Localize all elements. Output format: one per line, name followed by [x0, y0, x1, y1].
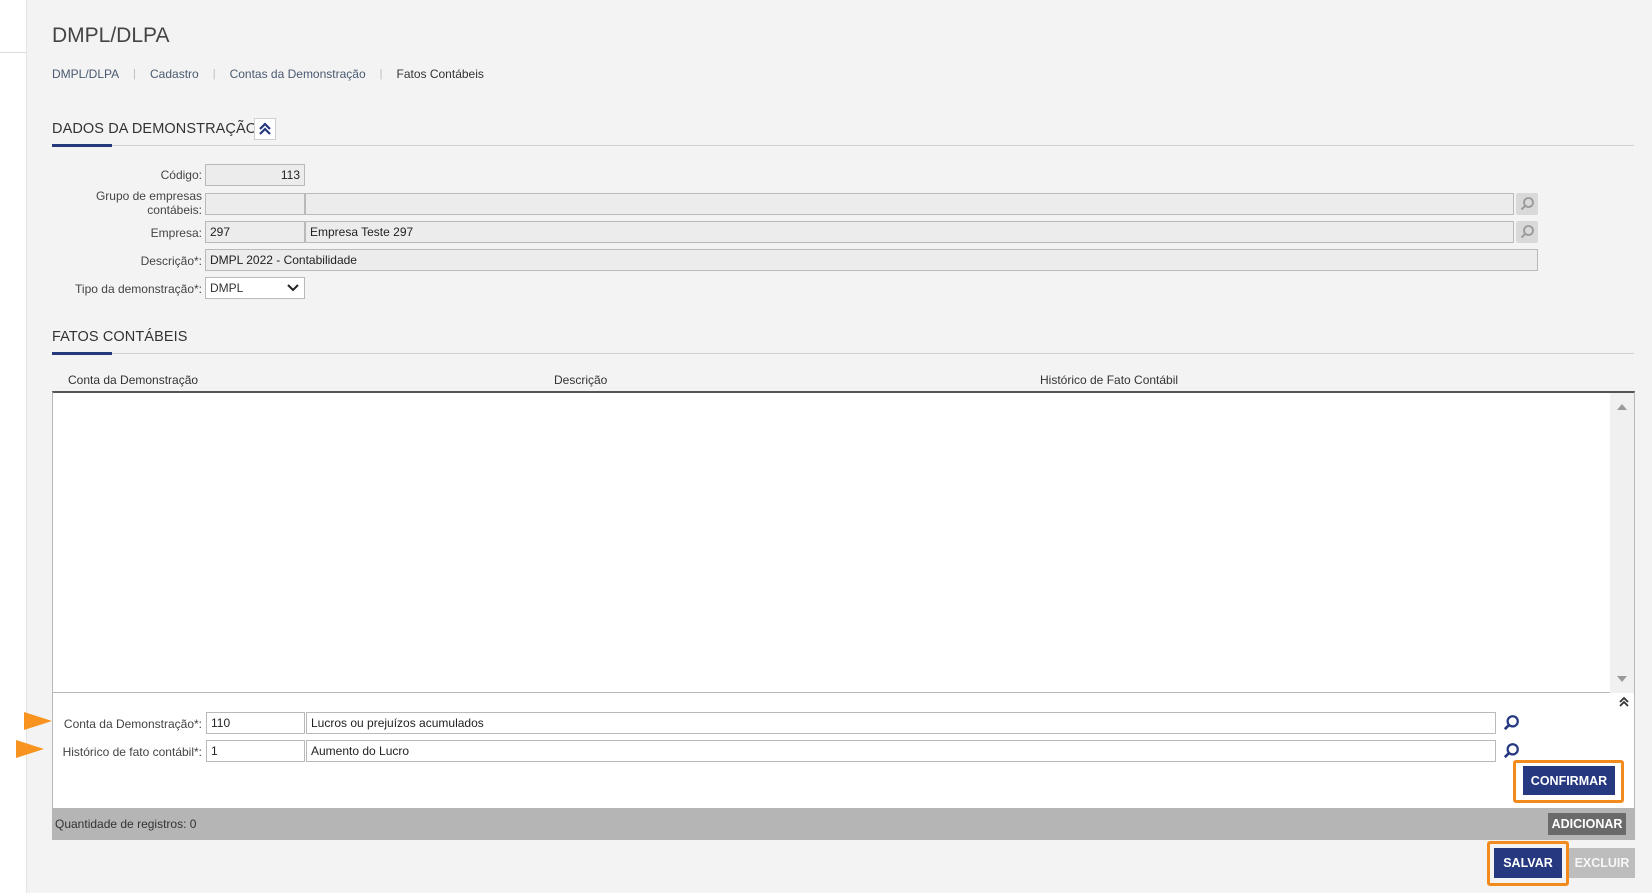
conta-search-button[interactable] [1500, 712, 1522, 734]
dados-section-accent [52, 144, 112, 147]
breadcrumb-item-cadastro[interactable]: Cadastro [150, 67, 199, 81]
grid-scrollbar[interactable] [1610, 393, 1634, 693]
conta-label: Conta da Demonstração*: [63, 717, 202, 731]
tipo-select[interactable]: DMPL [205, 277, 305, 299]
historico-code-input[interactable]: 1 [206, 740, 305, 762]
confirm-button[interactable]: CONFIRMAR [1523, 766, 1615, 795]
grupo-search-button [1516, 193, 1538, 215]
grupo-label: Grupo de empresas contábeis: [60, 189, 202, 217]
pointer-arrow-icon [24, 712, 52, 730]
empresa-search-button [1516, 221, 1538, 243]
save-button[interactable]: SALVAR [1494, 848, 1562, 878]
historico-search-button[interactable] [1500, 740, 1522, 762]
grupo-code-field [205, 193, 305, 215]
breadcrumb-separator: | [133, 68, 136, 80]
double-chevron-up-icon [259, 122, 271, 135]
column-header-historico[interactable]: Histórico de Fato Contábil [1040, 373, 1178, 387]
dados-section-title: DADOS DA DEMONSTRAÇÃO [52, 121, 258, 137]
tipo-label: Tipo da demonstração*: [75, 282, 202, 296]
historico-name-input[interactable]: Aumento do Lucro [306, 740, 1496, 762]
dados-section-divider [52, 145, 1634, 146]
grupo-name-field [305, 193, 1514, 215]
fatos-grid[interactable] [52, 391, 1635, 693]
scroll-down-arrow-icon[interactable] [1616, 675, 1628, 683]
breadcrumb-separator: | [379, 68, 383, 80]
empresa-code-field: 297 [205, 221, 305, 243]
descricao-field: DMPL 2022 - Contabilidade [205, 249, 1538, 271]
fatos-section-accent [52, 352, 112, 355]
conta-code-input[interactable]: 110 [206, 712, 305, 734]
collapse-dados-button[interactable] [254, 118, 276, 140]
tipo-select-value: DMPL [210, 281, 244, 295]
breadcrumb: DMPL/DLPA | Cadastro | Contas da Demonst… [52, 67, 484, 81]
empresa-name-field: Empresa Teste 297 [305, 221, 1514, 243]
left-nav-header [0, 0, 26, 53]
record-count: Quantidade de registros: 0 [55, 817, 197, 831]
magnifier-icon [1503, 715, 1519, 731]
breadcrumb-item-contas[interactable]: Contas da Demonstração [230, 67, 366, 81]
codigo-label: Código: [160, 168, 202, 182]
magnifier-icon [1503, 743, 1519, 759]
breadcrumb-item-current: Fatos Contábeis [396, 67, 484, 81]
grupo-label-line1: Grupo de empresas [95, 189, 202, 203]
delete-button: EXCLUIR [1569, 848, 1635, 878]
breadcrumb-item-dmpl[interactable]: DMPL/DLPA [52, 67, 119, 81]
grid-footer: Quantidade de registros: 0 [52, 808, 1635, 840]
magnifier-icon [1520, 225, 1534, 239]
codigo-field: 113 [205, 164, 305, 186]
add-button[interactable]: ADICIONAR [1548, 813, 1626, 835]
conta-name-input[interactable]: Lucros ou prejuízos acumulados [306, 712, 1496, 734]
magnifier-icon [1520, 197, 1534, 211]
pointer-arrow-icon [16, 740, 44, 758]
page-title: DMPL/DLPA [52, 24, 170, 47]
scroll-up-arrow-icon[interactable] [1616, 403, 1628, 411]
column-header-descricao[interactable]: Descrição [554, 373, 607, 387]
descricao-label: Descrição*: [140, 254, 202, 268]
historico-label: Histórico de fato contábil*: [62, 745, 202, 759]
grupo-label-line2: contábeis: [147, 203, 202, 217]
breadcrumb-separator: | [212, 68, 216, 80]
chevron-down-icon [287, 284, 299, 292]
left-nav-strip [0, 0, 27, 893]
fatos-section-title: FATOS CONTÁBEIS [52, 329, 188, 345]
fatos-section-divider [52, 353, 1634, 354]
collapse-editor-icon[interactable] [1618, 696, 1630, 708]
empresa-label: Empresa: [150, 226, 202, 240]
column-header-conta[interactable]: Conta da Demonstração [68, 373, 198, 387]
